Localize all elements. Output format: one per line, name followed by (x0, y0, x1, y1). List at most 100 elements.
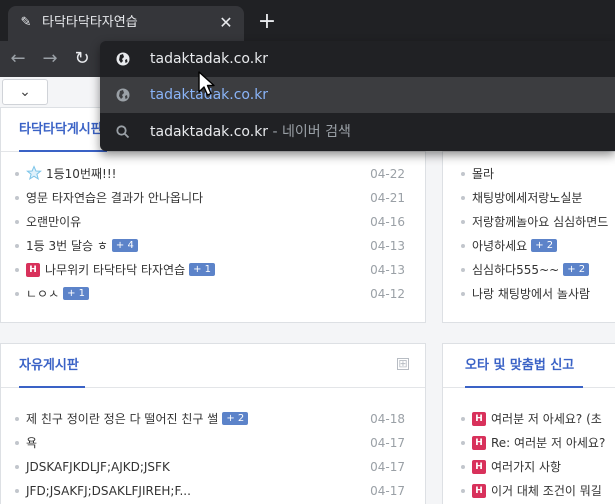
bullet-dot (461, 440, 465, 445)
post-title[interactable]: 영문 타자연습은 결과가 안나옵니다 (26, 191, 203, 205)
bullet-dot (461, 464, 465, 469)
browser-tab[interactable]: ✎ 타닥타닥타자연습 ✕ (8, 6, 244, 41)
bullet-dot (461, 195, 465, 200)
comment-count-badge: + 1 (189, 263, 216, 276)
list-item[interactable]: H 여러분 저 아세요? (초 (461, 407, 615, 431)
post-date: 04-17 (370, 436, 405, 450)
reload-icon[interactable]: ↻ (70, 47, 94, 71)
card-title[interactable]: 자유게시판 (19, 357, 79, 375)
bullet-dot (461, 416, 465, 421)
post-title[interactable]: Re: 여러분 저 아세요? (491, 436, 605, 450)
comment-count-badge: + 4 (111, 239, 138, 252)
card-title[interactable]: 타닥타닥게시판 (19, 121, 103, 139)
board-card-typo: 오타 및 맞춤법 신고 H 여러분 저 아세요? (초 H Re: 여러분 저 아세요… (442, 343, 615, 504)
post-date: 04-12 (370, 287, 405, 301)
back-icon[interactable]: ← (6, 47, 30, 71)
post-date: 04-13 (370, 239, 405, 253)
omnibox-suggestion[interactable]: tadaktadak.co.kr (100, 77, 615, 113)
list-item[interactable]: 제 친구 정이란 정은 다 떨어진 친구 썰 + 2 04-18 (15, 407, 425, 431)
post-title[interactable]: 1등 3번 달승 ㅎ (26, 239, 108, 253)
card-title-underline (19, 386, 85, 388)
bullet-dot (461, 243, 465, 248)
bullet-dot (15, 291, 19, 296)
post-title[interactable]: 채팅방에세저랑노실분 (472, 191, 582, 205)
forward-icon[interactable]: → (38, 47, 62, 71)
post-title[interactable]: 이거 대체 조건이 뭐길 (491, 484, 602, 498)
menu-dropdown-button[interactable]: ⌄ (2, 79, 48, 105)
list-item[interactable]: 1등 3번 달승 ㅎ + 4 04-13 (15, 234, 425, 258)
list-item[interactable]: 욕 04-17 (15, 431, 425, 455)
list-item[interactable]: ㄴㅇㅅ + 1 04-12 (15, 282, 425, 306)
suggestion-text: tadaktadak.co.kr - 네이버 검색 (150, 122, 351, 142)
new-tab-button[interactable]: + (255, 10, 279, 34)
comment-count-badge: + 2 (222, 412, 249, 425)
list-item[interactable]: JDSKAFJKDLJF;AJKD;JSFK 04-17 (15, 455, 425, 479)
post-title[interactable]: 저랑함께놀아요 심심하면드 (472, 215, 608, 229)
post-title[interactable]: JFD;JSAKFJ;DSAKLFJIREH;F... (26, 484, 191, 498)
post-list: 제 친구 정이란 정은 다 떨어진 친구 썰 + 2 04-18 욕 04-17 JDSK… (15, 407, 425, 503)
list-item[interactable]: 채팅방에세저랑노실분 (461, 186, 615, 210)
card-header: 자유게시판 ⊞ (1, 344, 425, 388)
list-item[interactable]: 오랜만이유 04-16 (15, 210, 425, 234)
close-tab-icon[interactable]: ✕ (216, 13, 236, 33)
comment-count-badge: + 1 (63, 287, 90, 300)
list-item[interactable]: 나랑 채팅방에서 놀사람 (461, 282, 615, 306)
post-title[interactable]: 아녕하세요 (472, 239, 527, 253)
globe-icon (116, 52, 130, 66)
bullet-dot (461, 171, 465, 176)
list-item[interactable]: H 여러가지 사항 (461, 455, 615, 479)
post-title[interactable]: 제 친구 정이란 정은 다 떨어진 친구 썰 (26, 412, 218, 426)
bullet-dot (15, 464, 19, 469)
board-card-free: 자유게시판 ⊞ 제 친구 정이란 정은 다 떨어진 친구 썰 + 2 04-18 욕 0… (0, 343, 426, 504)
post-title[interactable]: 여러가지 사항 (491, 460, 561, 474)
post-title[interactable]: 여러분 저 아세요? (초 (491, 412, 602, 426)
list-item[interactable]: 심심하다555~~ + 2 (461, 258, 615, 282)
post-title[interactable]: ㄴㅇㅅ (26, 287, 59, 301)
post-title[interactable]: 1등10번째!!! (46, 167, 116, 181)
post-title[interactable]: 몰라 (472, 167, 494, 181)
list-item[interactable]: JFD;JSAKFJ;DSAKLFJIREH;F... 04-17 (15, 479, 425, 503)
bullet-dot (15, 488, 19, 493)
card-header: 오타 및 맞춤법 신고 (443, 344, 615, 388)
list-item[interactable]: 몰라 (461, 162, 615, 186)
list-item[interactable]: H Re: 여러분 저 아세요? (461, 431, 615, 455)
list-item[interactable]: H 나무위키 타닥타닥 타자연습 + 1 04-13 (15, 258, 425, 282)
comment-count-badge: + 2 (531, 239, 558, 252)
post-title[interactable]: 나무위키 타닥타닥 타자연습 (45, 263, 185, 277)
omnibox-suggestion[interactable]: tadaktadak.co.kr - 네이버 검색 (100, 114, 615, 150)
tab-title: 타닥타닥타자연습 (42, 15, 138, 30)
bullet-dot (15, 243, 19, 248)
globe-icon (116, 88, 130, 102)
post-list: 1등10번째!!! 04-22 영문 타자연습은 결과가 안나옵니다 04-21 오랜만… (15, 162, 425, 306)
bullet-dot (15, 416, 19, 421)
post-title[interactable]: JDSKAFJKDLJF;AJKD;JSFK (26, 460, 170, 474)
bullet-dot (461, 267, 465, 272)
omnibox-input-row[interactable]: tadaktadak.co.kr (100, 41, 615, 77)
site-favicon-icon: ✎ (20, 15, 32, 30)
list-item[interactable]: 1등10번째!!! 04-22 (15, 162, 425, 186)
post-title[interactable]: 심심하다555~~ (472, 263, 559, 277)
hot-badge-icon: H (472, 435, 486, 450)
card-title[interactable]: 오타 및 맞춤법 신고 (465, 357, 574, 375)
post-title[interactable]: 욕 (26, 436, 37, 450)
post-list: 몰라 채팅방에세저랑노실분 저랑함께놀아요 심심하면드 아녕하세요 + 2 심심하다555… (461, 162, 615, 306)
list-item[interactable]: 저랑함께놀아요 심심하면드 (461, 210, 615, 234)
post-title[interactable]: 오랜만이유 (26, 215, 81, 229)
hot-badge-icon: H (472, 411, 486, 426)
post-date: 04-17 (370, 484, 405, 498)
comment-count-badge: + 2 (563, 263, 590, 276)
bullet-dot (461, 488, 465, 493)
suggestion-query: tadaktadak.co.kr (150, 124, 269, 140)
hot-badge-icon: H (26, 262, 40, 277)
list-item[interactable]: H 이거 대체 조건이 뭐길 (461, 479, 615, 503)
star-icon (26, 165, 42, 181)
omnibox-dropdown: tadaktadak.co.kr tadaktadak.co.kr tadakt… (100, 41, 615, 151)
list-item[interactable]: 영문 타자연습은 결과가 안나옵니다 04-21 (15, 186, 425, 210)
search-icon (116, 125, 130, 139)
list-item[interactable]: 아녕하세요 + 2 (461, 234, 615, 258)
hot-badge-icon: H (472, 483, 486, 498)
card-title-underline (19, 150, 107, 152)
post-title[interactable]: 나랑 채팅방에서 놀사람 (472, 287, 590, 301)
omnibox-url[interactable]: tadaktadak.co.kr (150, 49, 268, 69)
more-icon[interactable]: ⊞ (397, 358, 409, 370)
